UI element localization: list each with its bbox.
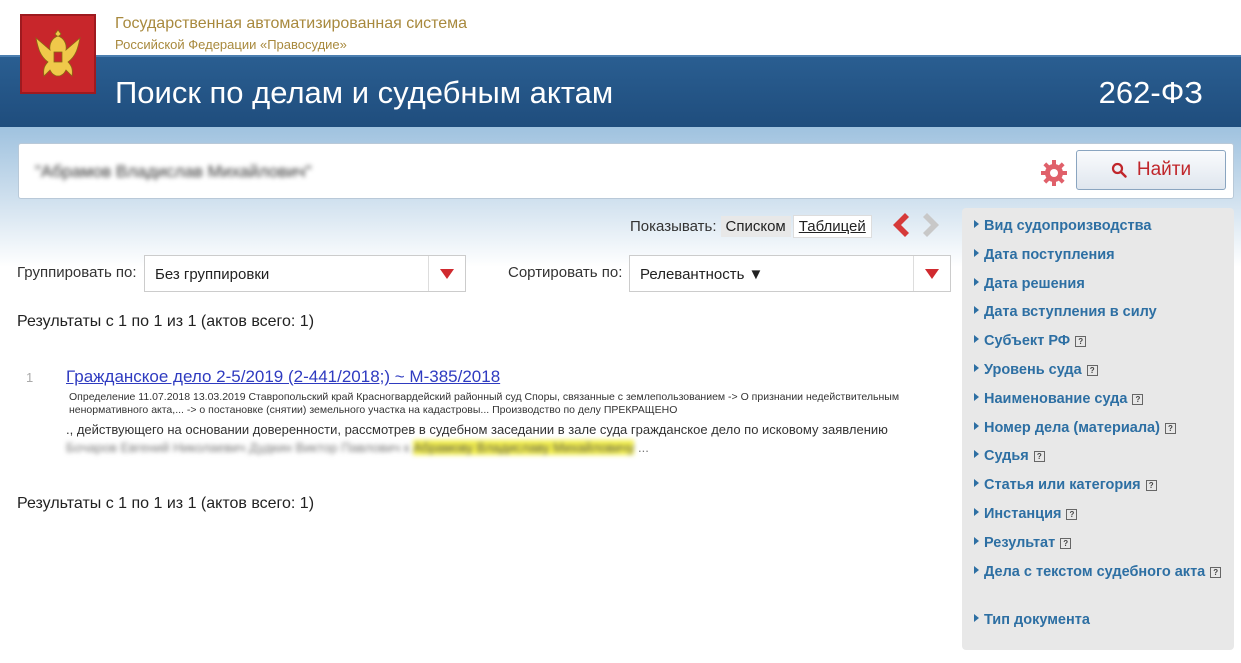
caret-right-icon: [974, 329, 984, 344]
filter-item-label: Тип документа: [984, 611, 1090, 628]
page-banner: Поиск по делам и судебным актам 262-ФЗ: [0, 55, 1241, 127]
filter-item[interactable]: Статья или категория?: [962, 473, 1234, 502]
filter-item[interactable]: Вид судопроизводства: [962, 214, 1234, 243]
filter-item-label: Дата поступления: [984, 246, 1115, 263]
filter-item-label: Дела с текстом судебного акта?: [984, 560, 1222, 580]
search-input[interactable]: [35, 160, 1035, 184]
filter-item-label: Дата решения: [984, 275, 1085, 292]
filter-item[interactable]: Инстанция?: [962, 502, 1234, 531]
help-icon[interactable]: ?: [1033, 451, 1045, 463]
search-icon: [1111, 162, 1127, 178]
result-meta: Определение 11.07.2018 13.03.2019 Ставро…: [69, 391, 900, 416]
caret-right-icon: [974, 358, 984, 372]
help-icon[interactable]: ?: [1075, 336, 1087, 348]
results-summary-top: Результаты с 1 по 1 из 1 (актов всего: 1…: [17, 313, 315, 330]
filters-sidebar: Вид судопроизводства Дата поступления Дата…: [962, 208, 1234, 650]
caret-right-icon: [974, 214, 984, 228]
filter-item[interactable]: Дата решения: [962, 272, 1234, 301]
result-title-link[interactable]: Гражданское дело 2-5/2019 (2-441/2018;) …: [66, 367, 500, 387]
filter-item-label: Наименование суда?: [984, 387, 1144, 407]
snippet-ellipsis: ...: [638, 440, 649, 455]
filter-item-label: Статья или категория?: [984, 473, 1157, 493]
filter-item[interactable]: Дата поступления: [962, 243, 1234, 272]
system-subtitle: Российской Федерации «Правосудие»: [115, 37, 347, 52]
page-title: Поиск по делам и судебным актам: [115, 75, 614, 110]
filter-item-label: Результат?: [984, 531, 1072, 551]
view-toggle: Показывать: Списком Таблицей: [630, 214, 872, 238]
help-icon[interactable]: ?: [1086, 364, 1098, 376]
filter-item[interactable]: Субъект РФ?: [962, 329, 1234, 358]
view-table-option[interactable]: Таблицей: [792, 214, 872, 238]
gear-icon[interactable]: [1040, 159, 1068, 187]
sort-select[interactable]: Релевантность ▼: [629, 255, 951, 292]
caret-right-icon: [974, 560, 984, 574]
search-box: Найти: [18, 143, 1234, 199]
help-icon[interactable]: ?: [1060, 537, 1072, 549]
group-select[interactable]: Без группировки: [144, 255, 466, 292]
group-label: Группировать по:: [17, 264, 137, 281]
find-button[interactable]: Найти: [1076, 150, 1226, 190]
help-icon[interactable]: ?: [1066, 508, 1078, 520]
highlighted-match: Абрамову Владиславу Михайловичу: [413, 440, 635, 455]
filter-item-label: Номер дела (материала)?: [984, 416, 1176, 436]
caret-right-icon: [974, 272, 984, 286]
filter-item-label: Субъект РФ?: [984, 329, 1087, 349]
filter-item[interactable]: Судья?: [962, 444, 1234, 473]
result-snippet-continued: Бочаров Евгений Николаевич Дудкин Виктор…: [66, 440, 649, 455]
caret-right-icon: [974, 502, 984, 516]
system-header: Государственная автоматизированная систе…: [0, 0, 1241, 94]
coat-of-arms-icon[interactable]: [20, 14, 96, 94]
caret-right-icon: [974, 444, 984, 459]
results-summary-bottom: Результаты с 1 по 1 из 1 (актов всего: 1…: [17, 495, 315, 512]
caret-right-icon: [974, 608, 984, 622]
caret-right-icon: [974, 416, 984, 430]
view-list-option[interactable]: Списком: [720, 215, 791, 237]
filter-item[interactable]: Уровень суда?: [962, 358, 1234, 387]
help-icon[interactable]: ?: [1210, 566, 1222, 578]
filter-item-label: Вид судопроизводства: [984, 218, 1152, 234]
chevron-left-icon[interactable]: [889, 211, 911, 239]
caret-right-icon: [974, 243, 984, 257]
caret-right-icon: [974, 300, 984, 315]
filter-item[interactable]: Наименование суда?: [962, 387, 1234, 416]
law-label: 262-ФЗ: [1098, 75, 1203, 110]
result-number: 1: [26, 370, 34, 385]
result-snippet: ., действующего на основании доверенност…: [66, 422, 888, 437]
triangle-down-icon[interactable]: [913, 256, 950, 291]
filter-item-label: Инстанция?: [984, 502, 1078, 522]
chevron-right-icon[interactable]: [921, 211, 943, 239]
triangle-down-icon[interactable]: [428, 256, 465, 291]
group-select-value: Без группировки: [155, 266, 270, 283]
filter-item[interactable]: Результат?: [962, 531, 1234, 560]
filter-item[interactable]: Тип документа: [962, 608, 1234, 637]
sort-select-value: Релевантность ▼: [640, 266, 764, 283]
help-icon[interactable]: ?: [1145, 480, 1157, 492]
system-title: Государственная автоматизированная систе…: [115, 15, 468, 32]
filter-item-label: Судья?: [984, 444, 1045, 464]
view-label: Показывать:: [630, 217, 717, 235]
sort-label: Сортировать по:: [508, 264, 623, 281]
help-icon[interactable]: ?: [1164, 422, 1176, 434]
filter-item[interactable]: Дата вступления в силу: [962, 300, 1234, 329]
help-icon[interactable]: ?: [1132, 393, 1144, 405]
find-button-label: Найти: [1136, 159, 1192, 180]
filter-item[interactable]: Дела с текстом судебного акта?: [962, 560, 1234, 608]
filter-item[interactable]: Номер дела (материала)?: [962, 416, 1234, 445]
caret-right-icon: [974, 531, 984, 545]
caret-right-icon: [974, 387, 984, 401]
filter-item-label: Уровень суда?: [984, 358, 1098, 378]
filter-item-label: Дата вступления в силу: [984, 304, 1157, 321]
blurred-name: Бочаров Евгений Николаевич Дудкин Виктор…: [66, 440, 410, 455]
caret-right-icon: [974, 473, 984, 488]
